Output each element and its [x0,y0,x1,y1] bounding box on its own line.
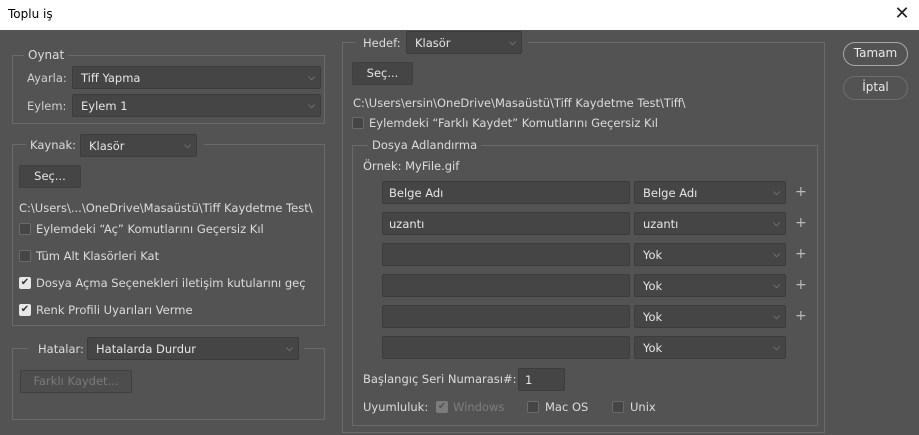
source-choose-button[interactable]: Seç... [19,165,81,188]
naming-select-value: Yok [643,341,663,355]
source-option-checkbox[interactable] [19,223,31,235]
add-row-icon[interactable]: + [795,216,807,230]
play-legend: Oynat [24,47,69,63]
add-row-icon[interactable]: + [795,247,807,261]
chevron-down-icon: ⌵ [286,344,293,354]
naming-select[interactable]: Yok ⌵ [634,274,786,297]
chevron-down-icon: ⌵ [509,38,516,48]
chevron-down-icon: ⌵ [308,101,315,111]
destination-select[interactable]: Klasör ⌵ [406,31,522,54]
naming-text-input[interactable]: Belge Adı [382,181,630,204]
naming-select[interactable]: Yok ⌵ [634,305,786,328]
naming-select[interactable]: Yok ⌵ [634,336,786,359]
source-value: Klasör [89,139,125,153]
override-save-as-checkbox[interactable] [352,117,364,129]
window-title: Toplu iş [8,7,53,21]
chevron-down-icon: ⌵ [773,188,780,198]
macos-checkbox[interactable] [527,401,539,413]
source-option-label: Renk Profili Uyarıları Verme [36,303,193,317]
source-option-label: Eylemdeki “Aç” Komutlarını Geçersiz Kıl [36,222,264,236]
naming-select-value: Yok [643,279,663,293]
source-select[interactable]: Klasör ⌵ [80,134,197,157]
add-row-icon[interactable]: + [795,278,807,292]
source-path: C:\Users\...\OneDrive\Masaüstü\Tiff Kayd… [19,201,313,215]
source-label: Kaynak: [30,138,77,152]
unix-label: Unix [630,400,656,414]
action-value: Eylem 1 [81,99,128,113]
chevron-down-icon: ⌵ [773,281,780,291]
naming-text-input[interactable] [382,336,630,359]
errors-value: Hatalarda Durdur [96,342,197,356]
source-option-checkbox[interactable] [19,250,31,262]
naming-legend: Dosya Adlandırma [368,137,482,153]
chevron-down-icon: ⌵ [773,219,780,229]
add-row-icon[interactable]: + [795,309,807,323]
chevron-down-icon: ⌵ [308,73,315,83]
set-label: Ayarla: [27,71,67,85]
close-icon[interactable]: ✕ [891,3,913,24]
errors-label: Hatalar: [38,342,84,356]
ok-button[interactable]: Tamam [843,42,908,66]
naming-text-input[interactable] [382,274,630,297]
source-option-checkbox[interactable]: ✔ [19,304,31,316]
destination-choose-button[interactable]: Seç... [352,62,413,85]
destination-path: C:\Users\ersin\OneDrive\Masaüstü\Tiff Ka… [353,96,686,110]
action-select[interactable]: Eylem 1 ⌵ [72,94,321,117]
windows-label: Windows [453,400,505,414]
cancel-button[interactable]: İptal [843,76,908,100]
save-as-button: Farklı Kaydet... [20,370,132,393]
naming-select-value: uzantı [643,217,679,231]
windows-checkbox: ✔ [436,401,448,413]
naming-select[interactable]: uzantı ⌵ [634,212,786,235]
naming-select-value: Yok [643,310,663,324]
chevron-down-icon: ⌵ [773,343,780,353]
naming-select[interactable]: Yok ⌵ [634,243,786,266]
title-bar: Toplu iş ✕ [0,0,919,30]
destination-value: Klasör [415,36,451,50]
destination-label: Hedef: [363,36,401,50]
set-value: Tiff Yapma [81,71,141,85]
chevron-down-icon: ⌵ [773,250,780,260]
compat-label: Uyumluluk: [363,400,429,414]
unix-checkbox[interactable] [612,401,624,413]
chevron-down-icon: ⌵ [184,141,191,151]
errors-select[interactable]: Hatalarda Durdur ⌵ [87,337,299,360]
naming-text-input[interactable]: uzantı [382,212,630,235]
serial-input[interactable]: 1 [518,368,565,391]
macos-label: Mac OS [545,400,589,414]
naming-select[interactable]: Belge Adı ⌵ [634,181,786,204]
naming-select-value: Belge Adı [643,186,698,200]
add-row-icon[interactable]: + [795,185,807,199]
source-option-label: Tüm Alt Klasörleri Kat [36,249,160,263]
naming-text-input[interactable] [382,305,630,328]
set-select[interactable]: Tiff Yapma ⌵ [72,66,321,89]
serial-label: Başlangıç Seri Numarası#: [363,372,517,386]
chevron-down-icon: ⌵ [773,312,780,322]
source-option-label: Dosya Açma Seçenekleri iletişim kutuları… [36,276,306,290]
naming-text-input[interactable] [382,243,630,266]
source-option-checkbox[interactable]: ✔ [19,277,31,289]
naming-example: Örnek: MyFile.gif [363,159,460,173]
action-label: Eylem: [27,99,67,113]
override-save-as-label: Eylemdeki “Farklı Kaydet” Komutlarını Ge… [369,116,658,130]
naming-select-value: Yok [643,248,663,262]
